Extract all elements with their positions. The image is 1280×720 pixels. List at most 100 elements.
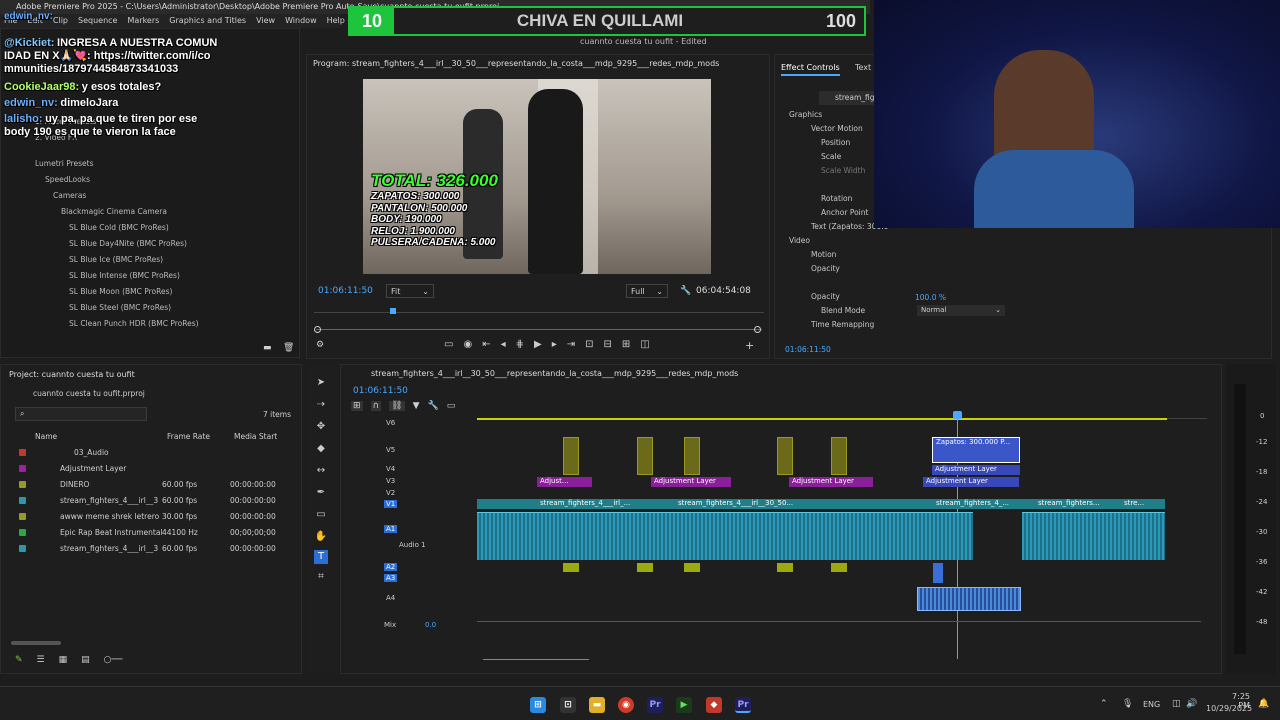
captions-icon[interactable]: ▭ (447, 401, 456, 411)
mix-value[interactable]: 0.0 (425, 621, 436, 629)
extract-icon[interactable]: ⊟ (604, 339, 612, 350)
track-v3[interactable]: V3 (386, 477, 395, 485)
ec-timecode[interactable]: 01:06:11:50 (785, 345, 831, 354)
tab-text[interactable]: Text (855, 63, 871, 72)
tree-item[interactable]: Lumetri Presets (5, 155, 285, 171)
audio-clip-a1[interactable] (1022, 512, 1165, 560)
fit-dropdown[interactable]: Fit ⌄ (386, 284, 434, 298)
kick-icon[interactable]: ▶ (676, 697, 692, 713)
tree-item[interactable]: SL Blue Intense (BMC ProRes) (5, 267, 285, 283)
video-clip[interactable]: stream_fighters_4___irl__30_50... (675, 499, 855, 509)
zoom-slider-icon[interactable]: ○── (104, 655, 123, 665)
sequence-tab[interactable]: stream_fighters_4___irl__30_50___represe… (371, 369, 738, 378)
timeline-timecode[interactable]: 01:06:11:50 (353, 386, 408, 396)
zoom-handle[interactable] (314, 326, 321, 333)
go-to-out-icon[interactable]: ⇥ (567, 339, 575, 350)
chrome-icon[interactable]: ◉ (618, 697, 634, 713)
tree-item[interactable]: Cameras (5, 187, 285, 203)
list-view-icon[interactable]: ☰ (37, 655, 45, 665)
adjustment-clip[interactable]: Adjust... (537, 477, 592, 487)
hand-tool-icon[interactable]: ✋ (314, 530, 328, 544)
microphone-icon[interactable]: 🎙 (1122, 699, 1133, 709)
tree-item[interactable]: SL Blue Steel (BMC ProRes) (5, 299, 285, 315)
table-row[interactable]: Adjustment Layer (1, 460, 301, 476)
premiere-icon[interactable]: Pr (647, 697, 663, 713)
export-frame-icon[interactable]: ▭ (444, 339, 453, 350)
work-area-bar[interactable] (477, 418, 1167, 420)
rectangle-tool-icon[interactable]: ▭ (314, 508, 328, 522)
video-clip[interactable] (777, 437, 793, 475)
ec-motion[interactable]: Motion (789, 247, 1049, 261)
notification-icon[interactable]: 🔔 (1258, 699, 1269, 709)
pencil-icon[interactable]: ✎ (15, 655, 23, 665)
play-icon[interactable]: ▶ (534, 339, 542, 350)
type-tool-icon[interactable]: T (314, 550, 328, 564)
transform-tool-icon[interactable]: ⌗ (314, 570, 328, 584)
wrench-icon[interactable]: 🔧 (428, 401, 439, 411)
table-row[interactable]: DINERO 60.00 fps 00:00:00:00 (1, 476, 301, 492)
adjustment-clip[interactable]: Adjustment Layer (651, 477, 731, 487)
video-preview[interactable]: TOTAL: 326.000 ZAPATOS: 300.000 PANTALON… (363, 79, 711, 274)
ripple-edit-icon[interactable]: ✥ (314, 420, 328, 434)
folder-icon[interactable]: ▬ (263, 343, 272, 353)
ec-time-remapping[interactable]: Time Remapping (789, 317, 1049, 331)
track-v5[interactable]: V5 (386, 446, 395, 454)
adjustment-clip[interactable]: Adjustment Layer (923, 477, 1019, 487)
nest-icon[interactable]: ⊞ (351, 401, 363, 411)
track-v4[interactable]: V4 (386, 465, 395, 473)
video-clip[interactable]: stream_fighters_4_... (933, 499, 1021, 509)
wrench-icon[interactable]: 🔧 (680, 286, 691, 296)
track-a2[interactable]: A2 (384, 563, 398, 571)
table-row[interactable]: stream_fighters_4___irl__3 60.00 fps 00:… (1, 492, 301, 508)
program-ruler[interactable] (314, 308, 764, 316)
track-a4[interactable]: A4 (386, 594, 395, 602)
audio-clip-a1[interactable] (477, 512, 973, 560)
zoom-handle[interactable] (754, 326, 761, 333)
app-icon[interactable]: ⊡ (560, 697, 576, 713)
razor-tool-icon[interactable]: ◆ (314, 442, 328, 456)
col-name[interactable]: Name (35, 432, 57, 441)
chevron-up-icon[interactable]: ⌃ (1100, 699, 1108, 709)
adjustment-clip[interactable]: Adjustment Layer (932, 465, 1020, 475)
text-clip[interactable]: Zapatos: 300.000 P... (932, 437, 1020, 463)
opacity-value[interactable]: 100.0 % (915, 293, 946, 302)
playhead-marker[interactable] (390, 308, 396, 314)
col-frame-rate[interactable]: Frame Rate (167, 432, 210, 441)
tree-item[interactable]: SL Blue Cold (BMC ProRes) (5, 219, 285, 235)
table-row[interactable]: stream_fighters_4___irl__3 60.00 fps 00:… (1, 540, 301, 556)
col-media-start[interactable]: Media Start (234, 432, 277, 441)
compare-icon[interactable]: ⊞ (622, 339, 630, 350)
linked-selection-icon[interactable]: ⛓ (389, 401, 405, 411)
slip-tool-icon[interactable]: ↔ (314, 464, 328, 478)
marker-icon[interactable]: ▼ (413, 401, 420, 411)
trash-icon[interactable]: 🗑 (283, 343, 294, 353)
menu-help[interactable]: Help (327, 16, 345, 26)
audio-clip-a2[interactable] (637, 563, 653, 572)
freeform-view-icon[interactable]: ▤ (81, 655, 90, 665)
brave-icon[interactable]: ◆ (706, 697, 722, 713)
tree-item[interactable]: SL Blue Moon (BMC ProRes) (5, 283, 285, 299)
video-clip[interactable] (831, 437, 847, 475)
video-clip[interactable] (637, 437, 653, 475)
language-indicator[interactable]: ENG (1143, 700, 1160, 709)
tree-item[interactable]: SpeedLooks (5, 171, 285, 187)
track-v2[interactable]: V2 (386, 489, 395, 497)
table-row[interactable]: Epic Rap Beat Instrumental 44100 Hz 00;0… (1, 524, 301, 540)
audio-clip-a2[interactable] (777, 563, 793, 572)
track-v1[interactable]: V1 (384, 500, 398, 508)
windows-start-icon[interactable]: ⊞ (530, 697, 546, 713)
track-v6[interactable]: V6 (386, 419, 395, 427)
table-row[interactable]: 03_Audio (1, 444, 301, 460)
quality-dropdown[interactable]: Full ⌄ (626, 284, 668, 298)
lift-icon[interactable]: ⊡ (585, 339, 593, 350)
tree-item[interactable]: SL Clean Punch HDR (BMC ProRes) (5, 315, 285, 331)
track-a1[interactable]: A1 (384, 525, 398, 533)
selection-tool-icon[interactable]: ➤ (314, 376, 328, 390)
blend-mode-dropdown[interactable]: Normal ⌄ (917, 305, 1005, 316)
adjustment-clip[interactable]: Adjustment Layer (789, 477, 873, 487)
tree-item[interactable]: SL Blue Ice (BMC ProRes) (5, 251, 285, 267)
settings-icon[interactable]: ⚙ (316, 340, 324, 350)
clock-date[interactable]: 10/29/2025 (1206, 704, 1252, 713)
video-clip[interactable] (684, 437, 700, 475)
volume-icon[interactable]: 🔊 (1186, 699, 1197, 709)
